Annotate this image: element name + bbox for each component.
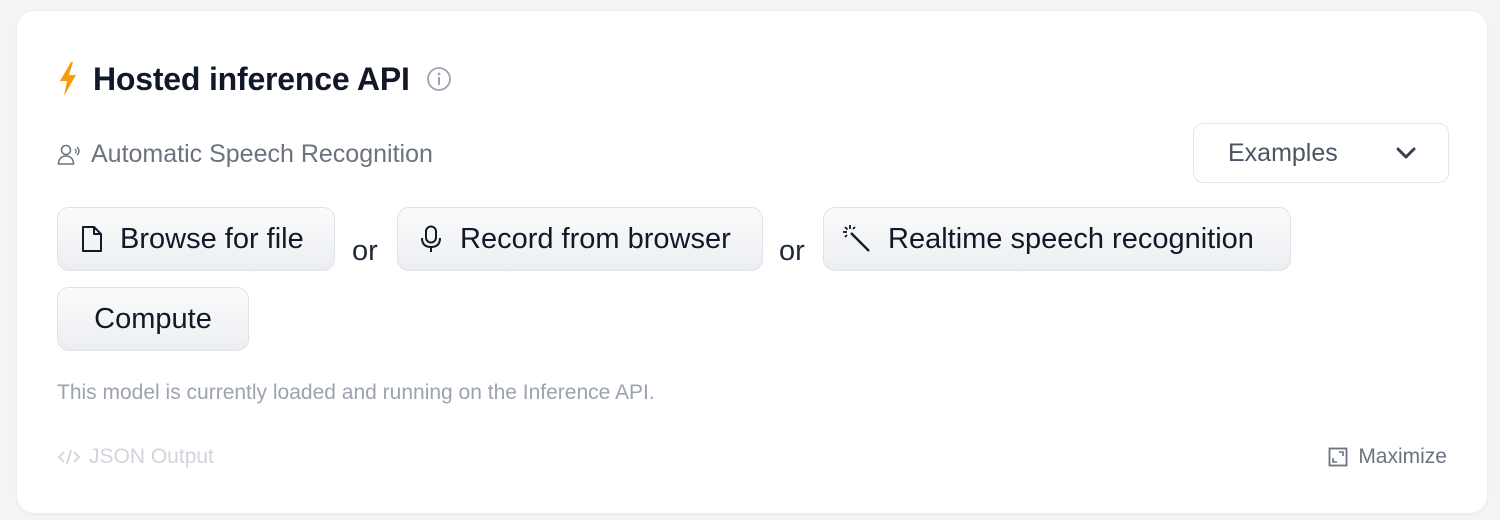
widget-title: Hosted inference API [93, 60, 410, 97]
model-status-text: This model is currently loaded and runni… [57, 381, 655, 404]
record-browser-button[interactable]: Record from browser [397, 207, 763, 271]
examples-label: Examples [1228, 138, 1338, 167]
browse-file-label: Browse for file [120, 222, 304, 255]
maximize-icon [1328, 447, 1348, 467]
maximize-button[interactable]: Maximize [1328, 445, 1447, 469]
magic-wand-icon [843, 225, 870, 252]
info-icon[interactable] [426, 66, 452, 92]
realtime-recognition-label: Realtime speech recognition [888, 222, 1254, 255]
json-output-toggle[interactable]: JSON Output [57, 445, 214, 469]
examples-dropdown[interactable]: Examples [1193, 123, 1449, 183]
inference-widget-card: Hosted inference API Automatic Speech Re… [16, 10, 1488, 514]
microphone-icon [421, 225, 441, 252]
task-label: Automatic Speech Recognition [91, 139, 433, 168]
code-icon [57, 449, 81, 465]
maximize-label: Maximize [1358, 445, 1447, 468]
compute-button[interactable]: Compute [57, 287, 249, 351]
or-separator: or [779, 235, 805, 267]
lightning-bolt-icon [60, 62, 76, 96]
file-icon [82, 226, 102, 252]
task-type: Automatic Speech Recognition [57, 137, 433, 171]
json-output-label: JSON Output [89, 445, 214, 468]
or-separator: or [352, 235, 378, 267]
user-voice-icon [57, 144, 80, 165]
compute-label: Compute [94, 302, 212, 335]
record-browser-label: Record from browser [460, 222, 731, 255]
browse-file-button[interactable]: Browse for file [57, 207, 335, 271]
realtime-recognition-button[interactable]: Realtime speech recognition [823, 207, 1291, 271]
widget-header: Hosted inference API [57, 57, 452, 101]
chevron-down-icon [1396, 147, 1416, 159]
